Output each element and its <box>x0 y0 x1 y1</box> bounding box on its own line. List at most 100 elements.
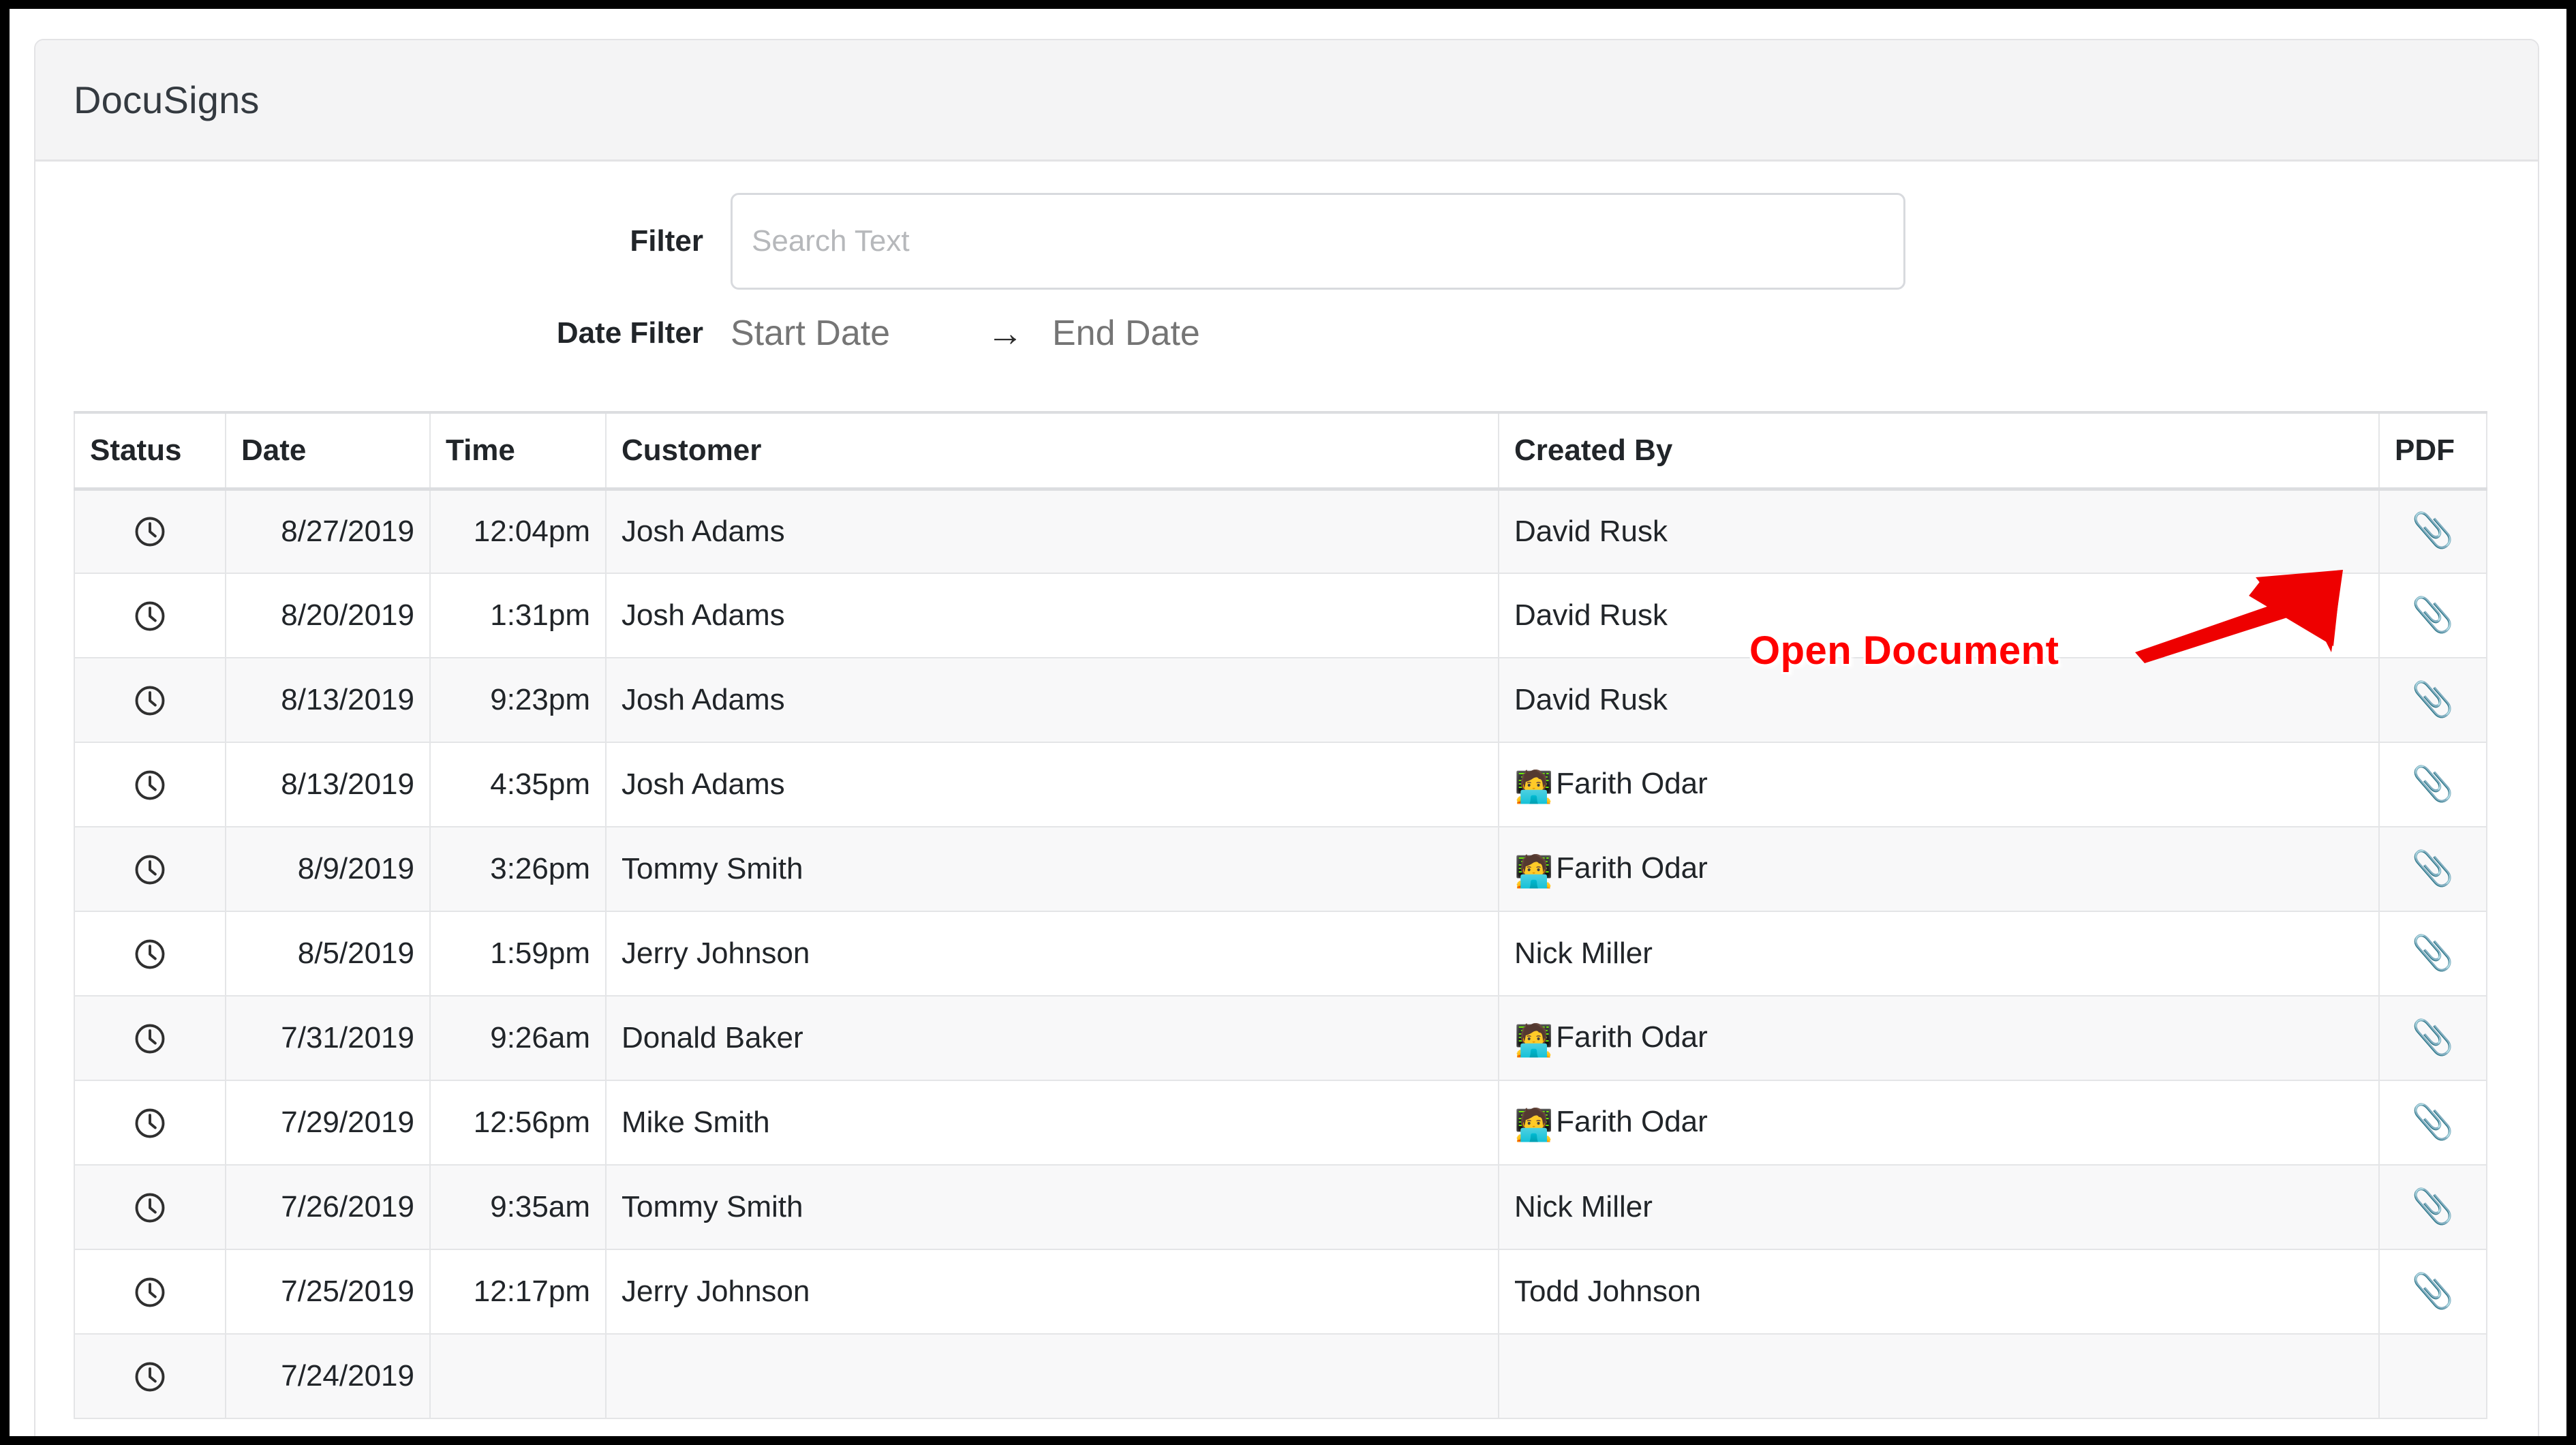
paperclip-icon[interactable]: 📎 <box>2412 1105 2454 1139</box>
docusigns-card: DocuSigns Filter Date Filter → <box>34 39 2539 1436</box>
cell-created-by: Nick Miller <box>1499 911 2379 996</box>
paperclip-icon[interactable]: 📎 <box>2412 851 2454 885</box>
table-header-row: Status Date Time Customer Created By PDF <box>74 412 2487 489</box>
table-row[interactable]: 8/27/201912:04pmJosh Adams David Rusk 📎 <box>74 489 2487 573</box>
start-date-input[interactable] <box>731 313 949 354</box>
cell-status <box>74 996 226 1080</box>
table-row[interactable]: 7/25/201912:17pmJerry Johnson Todd Johnso… <box>74 1249 2487 1334</box>
cell-date: 7/24/2019 <box>226 1334 430 1418</box>
clock-icon <box>132 1358 168 1391</box>
paperclip-icon[interactable]: 📎 <box>2412 513 2454 547</box>
cell-status <box>74 742 226 827</box>
cell-pdf[interactable]: 📎 <box>2379 827 2487 911</box>
clock-icon <box>132 935 168 969</box>
avatar: 🧑‍💻 <box>1514 769 1553 804</box>
cell-time: 1:59pm <box>430 911 606 996</box>
cell-time: 9:23pm <box>430 658 606 742</box>
filter-label: Filter <box>35 224 731 258</box>
created-by-name: Farith Odar <box>1556 1020 1708 1054</box>
column-header-created-by[interactable]: Created By <box>1499 412 2379 489</box>
cell-created-by: Nick Miller <box>1499 1165 2379 1249</box>
cell-status <box>74 911 226 996</box>
column-header-time[interactable]: Time <box>430 412 606 489</box>
paperclip-icon[interactable]: 📎 <box>2412 682 2454 716</box>
page-title: DocuSigns <box>74 78 260 122</box>
column-header-pdf[interactable]: PDF <box>2379 412 2487 489</box>
cell-status <box>74 1080 226 1165</box>
table-header: Status Date Time Customer Created By PDF <box>74 412 2487 489</box>
cell-pdf[interactable]: 📎 <box>2379 1165 2487 1249</box>
table-row[interactable]: 8/9/20193:26pmTommy Smith🧑‍💻Farith Odar📎 <box>74 827 2487 911</box>
cell-time: 12:04pm <box>430 489 606 573</box>
clock-icon <box>132 682 168 715</box>
paperclip-icon[interactable]: 📎 <box>2412 936 2454 970</box>
cell-time: 3:26pm <box>430 827 606 911</box>
cell-customer: Josh Adams <box>606 573 1499 658</box>
cell-pdf[interactable]: 📎 <box>2379 1080 2487 1165</box>
cell-date: 7/25/2019 <box>226 1249 430 1334</box>
paperclip-icon[interactable]: 📎 <box>2412 1274 2454 1308</box>
docusigns-table-container: Status Date Time Customer Created By PDF… <box>74 411 2486 1419</box>
paperclip-icon[interactable]: 📎 <box>2412 1020 2454 1054</box>
column-header-customer[interactable]: Customer <box>606 412 1499 489</box>
table-row[interactable]: 7/29/201912:56pmMike Smith🧑‍💻Farith Odar… <box>74 1080 2487 1165</box>
cell-customer: Tommy Smith <box>606 827 1499 911</box>
cell-customer: Jerry Johnson <box>606 1249 1499 1334</box>
avatar: 🧑‍💻 <box>1514 853 1553 889</box>
clock-icon <box>132 851 168 884</box>
open-document-annotation-label: Open Document <box>1749 628 2059 673</box>
cell-status <box>74 658 226 742</box>
search-input[interactable] <box>731 193 1905 290</box>
clock-icon <box>132 766 168 800</box>
created-by-name: Nick Miller <box>1514 1190 1653 1223</box>
paperclip-icon[interactable]: 📎 <box>2412 598 2454 632</box>
cell-status <box>74 827 226 911</box>
table-body: 8/27/201912:04pmJosh AdamsDavid Rusk📎8/2… <box>74 489 2487 1418</box>
created-by-name: David Rusk <box>1514 515 1668 548</box>
paperclip-icon[interactable]: 📎 <box>2412 767 2454 801</box>
cell-pdf[interactable]: 📎 <box>2379 573 2487 658</box>
cell-time: 12:56pm <box>430 1080 606 1165</box>
cell-date: 8/20/2019 <box>226 573 430 658</box>
cell-created-by: 🧑‍💻Farith Odar <box>1499 1080 2379 1165</box>
created-by-name: Farith Odar <box>1556 1105 1708 1138</box>
end-date-input[interactable] <box>1052 313 1277 354</box>
clock-icon <box>132 1020 168 1053</box>
cell-status <box>74 1249 226 1334</box>
cell-time <box>430 1334 606 1418</box>
cell-customer: Josh Adams <box>606 489 1499 573</box>
table-row[interactable]: 8/13/20194:35pmJosh Adams🧑‍💻Farith Odar📎 <box>74 742 2487 827</box>
cell-pdf[interactable]: 📎 <box>2379 658 2487 742</box>
cell-pdf[interactable]: 📎 <box>2379 911 2487 996</box>
cell-pdf[interactable]: 📎 <box>2379 996 2487 1080</box>
cell-pdf[interactable]: 📎 <box>2379 489 2487 573</box>
created-by-name: Farith Odar <box>1556 767 1708 800</box>
cell-time: 12:17pm <box>430 1249 606 1334</box>
table-row[interactable]: 8/5/20191:59pmJerry JohnsonNick Miller📎 <box>74 911 2487 996</box>
cell-date: 7/31/2019 <box>226 996 430 1080</box>
cell-date: 8/13/2019 <box>226 742 430 827</box>
cell-status <box>74 489 226 573</box>
cell-pdf[interactable] <box>2379 1334 2487 1418</box>
card-header: DocuSigns <box>35 40 2538 162</box>
created-by-name: Nick Miller <box>1514 937 1653 970</box>
cell-pdf[interactable]: 📎 <box>2379 1249 2487 1334</box>
table-row[interactable]: 8/13/20199:23pmJosh AdamsDavid Rusk📎 <box>74 658 2487 742</box>
cell-created-by: 🧑‍💻Farith Odar <box>1499 827 2379 911</box>
column-header-status[interactable]: Status <box>74 412 226 489</box>
avatar: 🧑‍💻 <box>1514 1022 1553 1058</box>
cell-status <box>74 573 226 658</box>
table-row[interactable]: 8/20/20191:31pmJosh AdamsDavid Rusk📎 <box>74 573 2487 658</box>
created-by-name: Todd Johnson <box>1514 1275 1701 1308</box>
table-row[interactable]: 7/31/20199:26amDonald Baker🧑‍💻Farith Oda… <box>74 996 2487 1080</box>
column-header-date[interactable]: Date <box>226 412 430 489</box>
cell-pdf[interactable]: 📎 <box>2379 742 2487 827</box>
table-row[interactable]: 7/24/2019 <box>74 1334 2487 1418</box>
cell-time: 9:26am <box>430 996 606 1080</box>
paperclip-icon[interactable]: 📎 <box>2412 1189 2454 1223</box>
table-row[interactable]: 7/26/20199:35amTommy SmithNick Miller📎 <box>74 1165 2487 1249</box>
cell-date: 8/5/2019 <box>226 911 430 996</box>
cell-date: 8/27/2019 <box>226 489 430 573</box>
date-filter-label: Date Filter <box>35 316 731 350</box>
date-filter-row: Date Filter → <box>35 292 2538 374</box>
